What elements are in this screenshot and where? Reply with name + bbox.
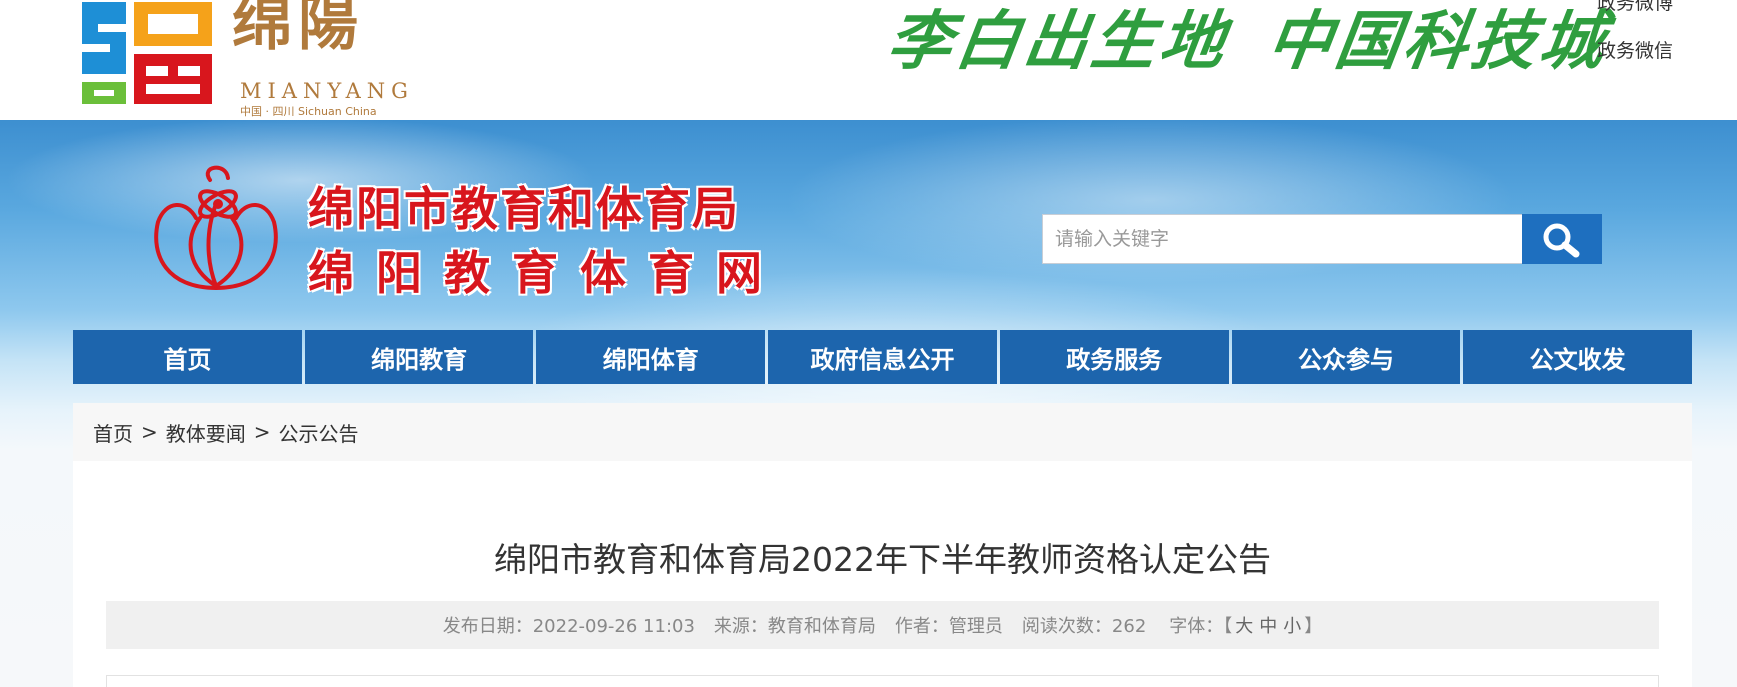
font-size-label: 字体：	[1169, 616, 1224, 637]
breadcrumb-separator: >	[141, 420, 158, 444]
article-source: 来源：教育和体育局	[714, 612, 876, 638]
article-title: 绵阳市教育和体育局2022年下半年教师资格认定公告	[494, 540, 1271, 579]
city-name-en: MIANYANG	[240, 79, 414, 103]
author-label: 作者：	[894, 616, 949, 637]
slogan-part-2: 中国科技城	[1262, 4, 1614, 79]
site-title-line-2: 绵阳教育体育网	[308, 246, 784, 300]
views-label: 阅读次数：	[1021, 616, 1112, 637]
site-title-line-1: 绵阳市教育和体育局	[308, 182, 740, 236]
breadcrumb: 首页 > 教体要闻 > 公示公告	[73, 403, 1692, 461]
publish-date: 发布日期：2022-09-26 11:03	[443, 612, 695, 638]
nav-item-gov-services[interactable]: 政务服务	[999, 330, 1229, 384]
search-input[interactable]	[1042, 214, 1524, 264]
nav-item-mianyang-sports[interactable]: 绵阳体育	[536, 330, 766, 384]
publish-date-label: 发布日期：	[442, 616, 533, 637]
publish-date-value: 2022-09-26 11:03	[532, 616, 695, 637]
source-label: 来源：	[713, 616, 768, 637]
top-header: 绵陽 MIANYANG 中国 · 四川 Sichuan China 李白出生地中…	[0, 0, 1737, 120]
search-bar	[1042, 214, 1602, 264]
font-bracket-close: 】	[1304, 616, 1323, 637]
content-panel: 首页 > 教体要闻 > 公示公告 绵阳市教育和体育局2022年下半年教师资格认定…	[73, 403, 1692, 687]
article-author: 作者：管理员	[895, 612, 1003, 638]
article-meta: 发布日期：2022-09-26 11:03 来源：教育和体育局 作者：管理员 阅…	[106, 601, 1659, 649]
wechat-link[interactable]: 政务微信	[1597, 36, 1673, 63]
city-slogan: 李白出生地 中国科技城	[883, 4, 1614, 79]
views-value: 262	[1111, 616, 1147, 637]
city-name-cn: 绵陽	[232, 0, 364, 59]
breadcrumb-announcements[interactable]: 公示公告	[279, 418, 359, 447]
nav-item-gov-info-disclosure[interactable]: 政府信息公开	[768, 330, 997, 384]
nav-item-documents[interactable]: 公文收发	[1463, 330, 1693, 384]
search-button[interactable]	[1522, 214, 1602, 264]
search-icon	[1543, 223, 1580, 258]
breadcrumb-home[interactable]: 首页	[93, 418, 133, 447]
font-size-medium-button[interactable]: 中	[1259, 616, 1277, 637]
view-count: 阅读次数：262	[1022, 612, 1146, 638]
mianyang-city-logo-icon	[82, 2, 212, 104]
font-size-small-button[interactable]: 小	[1283, 616, 1301, 637]
nav-item-mianyang-education[interactable]: 绵阳教育	[304, 330, 534, 384]
source-value: 教育和体育局	[767, 616, 876, 637]
author-value: 管理员	[948, 616, 1003, 637]
font-size-large-button[interactable]: 大	[1235, 616, 1253, 637]
article-body-frame	[106, 675, 1659, 687]
city-name-subline: 中国 · 四川 Sichuan China	[240, 105, 377, 118]
font-size-switcher: 字体：【大中小】	[1169, 612, 1322, 638]
slogan-part-1: 李白出生地	[882, 4, 1234, 79]
main-nav: 首页 绵阳教育 绵阳体育 政府信息公开 政务服务 公众参与 公文收发	[73, 330, 1693, 384]
breadcrumb-separator: >	[253, 420, 271, 444]
weibo-link[interactable]: 政务微博	[1597, 0, 1673, 15]
lotus-atom-emblem-icon	[154, 165, 278, 290]
breadcrumb-news[interactable]: 教体要闻	[166, 418, 246, 447]
nav-item-home[interactable]: 首页	[73, 330, 302, 384]
font-bracket-open: 【	[1223, 616, 1233, 637]
nav-item-public-participation[interactable]: 公众参与	[1231, 330, 1461, 384]
